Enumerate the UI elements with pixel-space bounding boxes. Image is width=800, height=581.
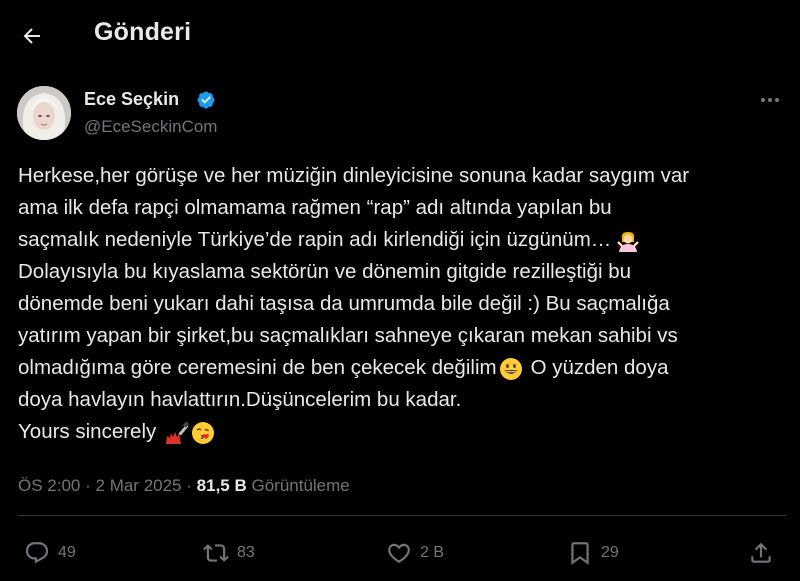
divider xyxy=(18,515,786,516)
reply-button[interactable]: 49 xyxy=(24,540,76,566)
action-bar: 49 83 2 B 29 xyxy=(0,520,800,580)
bookmark-icon xyxy=(571,542,589,565)
reply-icon xyxy=(25,542,49,564)
tweet-line: saçmalık nedeniyle Türkiye’de rapin adı … xyxy=(18,224,788,256)
tweet-line: ama ilk defa rapçi olmamama rağmen “rap”… xyxy=(18,196,612,219)
shrug-emoji-icon xyxy=(617,231,640,252)
like-count: 2 B xyxy=(420,544,445,561)
share-icon xyxy=(751,542,771,563)
share-button[interactable] xyxy=(748,540,774,566)
bookmark-count: 29 xyxy=(601,544,619,561)
views-label: Görüntüleme xyxy=(251,476,350,495)
grinning-emoji-icon xyxy=(499,357,522,380)
tweet-line-text: O yüzden doya xyxy=(530,356,669,379)
tweet-line: yatırım yapan bir şirket,bu saçmalıkları… xyxy=(18,324,678,347)
avatar[interactable] xyxy=(17,86,71,140)
repost-count: 83 xyxy=(237,544,255,561)
tweet-time[interactable]: ÖS 2:00 xyxy=(18,476,80,495)
verified-badge-icon xyxy=(197,91,215,109)
top-bar: Gönderi xyxy=(0,0,800,70)
tweet-line: Yours sincerely xyxy=(18,416,788,448)
kiss-emoji-icon xyxy=(192,421,215,444)
author-name[interactable]: Ece Seçkin xyxy=(84,89,179,110)
tweet-line: doya havlayın havlattırın.Düşüncelerim b… xyxy=(18,388,462,411)
views-count: 81,5 B xyxy=(196,476,247,495)
meta-separator: · xyxy=(85,476,91,495)
more-icon-dot xyxy=(775,98,779,102)
nail-polish-emoji-icon xyxy=(166,421,190,444)
reply-count: 49 xyxy=(58,544,76,561)
tweet-line: dönemde beni yukarı dahi taşısa da umrum… xyxy=(18,292,670,315)
back-button[interactable] xyxy=(14,18,50,54)
repost-icon xyxy=(203,544,229,562)
page-title: Gönderi xyxy=(94,18,192,46)
tweet-line: olmadığıma göre ceremesini de ben çekece… xyxy=(18,352,788,384)
tweet-date[interactable]: 2 Mar 2025 xyxy=(96,476,182,495)
tweet-line: Dolayısıyla bu kıyaslama sektörün ve dön… xyxy=(18,260,632,283)
tweet-line-text: Yours sincerely xyxy=(18,420,157,443)
meta-separator: · xyxy=(186,476,192,495)
tweet-line: Herkese,her görüşe ve her müziğin dinley… xyxy=(18,164,690,187)
author-handle[interactable]: @EceSeckinCom xyxy=(84,117,217,137)
like-icon xyxy=(388,543,410,563)
avatar-image xyxy=(17,86,71,140)
tweet-line-text: saçmalık nedeniyle Türkiye’de rapin adı … xyxy=(18,228,612,251)
tweet-meta: ÖS 2:00 · 2 Mar 2025 · 81,5 B Görüntülem… xyxy=(18,476,350,496)
more-icon-dot xyxy=(768,98,772,102)
tweet-text: Herkese,her görüşe ve her müziğin dinley… xyxy=(18,160,788,448)
repost-button[interactable]: 83 xyxy=(203,540,255,566)
tweet-line-text: olmadığıma göre ceremesini de ben çekece… xyxy=(18,356,497,379)
more-options-button[interactable] xyxy=(752,88,788,112)
more-icon-dot xyxy=(761,98,765,102)
like-button[interactable]: 2 B xyxy=(386,540,444,566)
back-arrow-icon xyxy=(23,28,40,44)
bookmark-button[interactable]: 29 xyxy=(567,540,619,566)
